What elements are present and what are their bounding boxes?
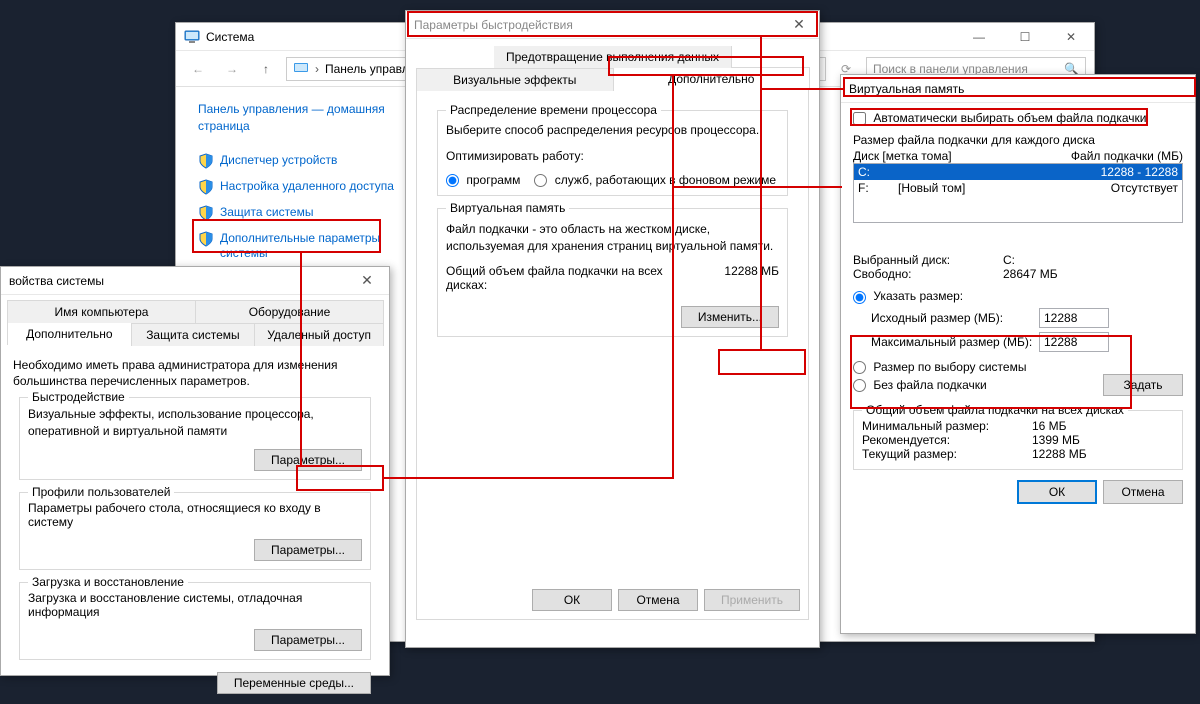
cpu-desc: Выберите способ распределения ресурсов п… xyxy=(446,123,779,137)
shield-icon xyxy=(198,231,214,247)
auto-manage-checkbox[interactable]: Автоматически выбирать объем файла подка… xyxy=(853,111,1183,125)
drive-list[interactable]: C: 12288 - 12288 F: [Новый том] Отсутств… xyxy=(853,163,1183,223)
computer-icon xyxy=(184,29,200,45)
maximum-size-input[interactable] xyxy=(1039,332,1109,352)
free-space-value: 28647 МБ xyxy=(1003,267,1058,281)
tab-advanced[interactable]: Дополнительно xyxy=(613,67,811,90)
sidebar-item-device-manager[interactable]: Диспетчер устройств xyxy=(198,153,396,169)
tabs-row-1: Имя компьютера Оборудование xyxy=(7,299,383,322)
cancel-button[interactable]: Отмена xyxy=(618,589,698,611)
radio-no-paging-file[interactable]: Без файла подкачки xyxy=(853,378,987,392)
system-title: Система xyxy=(206,30,254,44)
cpu-opt-label: Оптимизировать работу: xyxy=(446,149,779,163)
group-performance-desc: Визуальные эффекты, использование процес… xyxy=(28,406,362,438)
col-drive: Диск [метка тома] xyxy=(853,149,952,163)
radio-custom-size[interactable]: Указать размер: xyxy=(853,289,1183,303)
sidebar-item-system-protection[interactable]: Защита системы xyxy=(198,205,396,221)
performance-settings-button[interactable]: Параметры... xyxy=(254,449,362,471)
shield-icon xyxy=(198,205,214,221)
selected-drive-value: C: xyxy=(1003,253,1015,267)
up-button[interactable]: ↑ xyxy=(252,55,280,83)
close-button[interactable]: ✕ xyxy=(779,12,819,38)
system-properties-titlebar: войства системы ✕ xyxy=(1,267,389,295)
system-sidebar: Панель управления — домашняя страница Ди… xyxy=(176,89,406,272)
per-drive-label: Размер файла подкачки для каждого диска xyxy=(853,133,1183,147)
group-user-profiles: Профили пользователей Параметры рабочего… xyxy=(19,492,371,570)
selected-drive-label: Выбранный диск: xyxy=(853,253,1003,267)
group-totals: Общий объем файла подкачки на всех диска… xyxy=(853,410,1183,470)
forward-button[interactable]: → xyxy=(218,55,246,83)
system-properties-dialog: войства системы ✕ Имя компьютера Оборудо… xyxy=(0,266,390,676)
set-button[interactable]: Задать xyxy=(1103,374,1183,396)
performance-options-dialog: Параметры быстродействия ✕ Предотвращени… xyxy=(405,10,820,648)
ok-button[interactable]: ОК xyxy=(1017,480,1097,504)
ok-button[interactable]: ОК xyxy=(532,589,612,611)
performance-titlebar: Параметры быстродействия ✕ xyxy=(406,11,819,39)
drive-row-f[interactable]: F: [Новый том] Отсутствует xyxy=(854,180,1182,196)
shield-icon xyxy=(198,179,214,195)
sidebar-item-remote-settings[interactable]: Настройка удаленного доступа xyxy=(198,179,396,195)
close-button[interactable]: ✕ xyxy=(349,270,385,292)
virtual-memory-dialog: Виртуальная память Автоматически выбират… xyxy=(840,74,1196,634)
radio-system-managed[interactable]: Размер по выбору системы xyxy=(853,360,1183,374)
profiles-settings-button[interactable]: Параметры... xyxy=(254,539,362,561)
change-vm-button[interactable]: Изменить... xyxy=(681,306,779,328)
startup-settings-button[interactable]: Параметры... xyxy=(254,629,362,651)
environment-variables-button[interactable]: Переменные среды... xyxy=(217,672,371,694)
radio-programs[interactable]: программ xyxy=(446,173,520,187)
group-startup-recovery: Загрузка и восстановление Загрузка и вос… xyxy=(19,582,371,660)
computer-icon xyxy=(293,61,309,77)
vm-total-value: 12288 МБ xyxy=(724,264,779,278)
tab-remote[interactable]: Удаленный доступ xyxy=(254,323,384,346)
vm-titlebar: Виртуальная память xyxy=(841,75,1195,103)
back-button[interactable]: ← xyxy=(184,55,212,83)
tab-dep[interactable]: Предотвращение выполнения данных xyxy=(494,46,732,68)
group-performance: Быстродействие Визуальные эффекты, испол… xyxy=(19,397,371,479)
tab-computer-name[interactable]: Имя компьютера xyxy=(7,300,196,323)
tab-hardware[interactable]: Оборудование xyxy=(195,300,384,323)
initial-size-label: Исходный размер (МБ): xyxy=(871,311,1039,325)
close-button[interactable]: ✕ xyxy=(1048,23,1094,51)
shield-icon xyxy=(198,153,214,169)
maximum-size-label: Максимальный размер (МБ): xyxy=(871,335,1039,349)
group-user-profiles-desc: Параметры рабочего стола, относящиеся ко… xyxy=(28,501,362,529)
tab-advanced[interactable]: Дополнительно xyxy=(7,322,132,345)
tab-visual-effects[interactable]: Визуальные эффекты xyxy=(416,68,614,91)
admin-note: Необходимо иметь права администратора дл… xyxy=(13,357,377,389)
apply-button: Применить xyxy=(704,589,800,611)
group-cpu-scheduling: Распределение времени процессора Выберит… xyxy=(437,110,788,196)
initial-size-input[interactable] xyxy=(1039,308,1109,328)
group-startup-recovery-desc: Загрузка и восстановление системы, отлад… xyxy=(28,591,362,619)
tabs-row-2: Дополнительно Защита системы Удаленный д… xyxy=(7,322,383,345)
maximize-button[interactable]: ☐ xyxy=(1002,23,1048,51)
sidebar-item-advanced-system-settings[interactable]: Дополнительные параметры системы xyxy=(198,231,396,262)
vm-total-label: Общий объем файла подкачки на всех диска… xyxy=(446,264,686,292)
minimize-button[interactable]: — xyxy=(956,23,1002,51)
free-space-label: Свободно: xyxy=(853,267,1003,281)
cancel-button[interactable]: Отмена xyxy=(1103,480,1183,504)
control-panel-home-link[interactable]: Панель управления — домашняя страница xyxy=(198,101,396,135)
vm-desc: Файл подкачки - это область на жестком д… xyxy=(446,221,779,253)
tab-system-protection[interactable]: Защита системы xyxy=(131,323,256,346)
radio-background-services[interactable]: служб, работающих в фоновом режиме xyxy=(534,173,776,187)
col-size: Файл подкачки (МБ) xyxy=(1071,149,1183,163)
drive-row-c[interactable]: C: 12288 - 12288 xyxy=(854,164,1182,180)
group-virtual-memory: Виртуальная память Файл подкачки - это о… xyxy=(437,208,788,336)
